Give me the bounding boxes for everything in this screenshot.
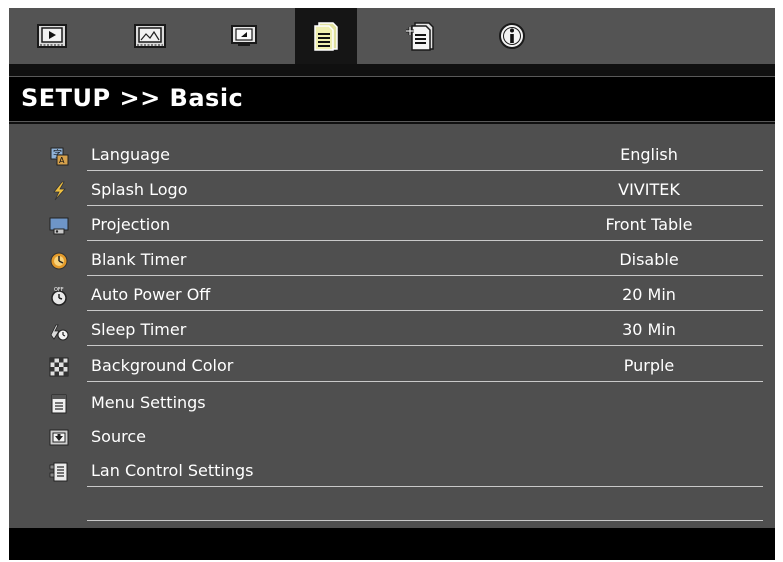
tab-info[interactable]: [481, 8, 543, 64]
menu-item-lan-control-settings[interactable]: Lan Control Settings: [9, 454, 775, 489]
menu-item-blank-timer[interactable]: Blank Timer Disable: [9, 243, 775, 278]
menu-item-label: Menu Settings: [91, 393, 206, 412]
menu-item-value: 30 Min: [622, 320, 676, 339]
row-divider: [87, 205, 763, 206]
menu-item-value: Purple: [623, 356, 675, 375]
row-divider: [87, 275, 763, 276]
list-end-divider: [87, 520, 763, 521]
info-icon: [499, 23, 525, 49]
menu-item-auto-power-off[interactable]: OFF Auto Power Off 20 Min: [9, 278, 775, 313]
menu-item-label: Source: [91, 427, 146, 446]
blank-timer-icon: [49, 251, 69, 271]
menu-item-projection[interactable]: Projection Front Table: [9, 208, 775, 243]
menu-item-label: Lan Control Settings: [91, 461, 254, 480]
row-divider: [87, 170, 763, 171]
document-add-icon: [406, 22, 434, 51]
menu-item-value: English: [620, 145, 678, 164]
monitor-icon: [231, 25, 257, 46]
auto-power-off-icon: OFF: [49, 286, 69, 306]
menu-item-label: Blank Timer: [91, 250, 187, 269]
menu-item-label: Auto Power Off: [91, 285, 211, 304]
checkerboard-icon: [49, 357, 69, 377]
menu-item-label: Splash Logo: [91, 180, 188, 199]
lightning-icon: [49, 181, 69, 201]
footer-bar: [9, 528, 775, 560]
row-divider: [87, 345, 763, 346]
tab-setup-advanced[interactable]: [389, 8, 451, 64]
row-divider: [87, 381, 763, 382]
row-divider: [87, 240, 763, 241]
document-icon: [314, 22, 338, 51]
menu-item-language[interactable]: 字 A Language English: [9, 138, 775, 173]
svg-text:A: A: [59, 156, 65, 165]
row-divider: [87, 486, 763, 487]
play-icon: [37, 24, 67, 48]
tab-picture[interactable]: [21, 8, 83, 64]
tab-image[interactable]: [119, 8, 181, 64]
menu-item-label: Language: [91, 145, 170, 164]
tab-bar: [9, 8, 775, 64]
row-divider: [87, 310, 763, 311]
menu-list: 字 A Language English Splash Logo VIVITEK: [9, 124, 775, 528]
svg-text:OFF: OFF: [54, 287, 64, 293]
menu-item-label: Projection: [91, 215, 171, 234]
sleep-timer-icon: [49, 321, 69, 341]
menu-item-label: Sleep Timer: [91, 320, 187, 339]
menu-item-sleep-timer[interactable]: Sleep Timer 30 Min: [9, 313, 775, 348]
lan-control-icon: [49, 462, 69, 482]
menu-item-source[interactable]: Source: [9, 420, 775, 455]
tab-display[interactable]: [213, 8, 275, 64]
source-icon: [49, 428, 69, 448]
page-title-bar: SETUP >> Basic: [9, 76, 775, 122]
menu-item-value: Disable: [619, 250, 679, 269]
menu-settings-icon: [49, 394, 69, 414]
menu-item-splash-logo[interactable]: Splash Logo VIVITEK: [9, 173, 775, 208]
osd-menu: SETUP >> Basic 字 A Language English: [9, 8, 775, 560]
projection-icon: [49, 216, 69, 236]
menu-item-value: 20 Min: [622, 285, 676, 304]
menu-item-menu-settings[interactable]: Menu Settings: [9, 386, 775, 421]
image-icon: [134, 24, 166, 48]
page-title: SETUP >> Basic: [21, 84, 244, 112]
menu-item-background-color[interactable]: Background Color Purple: [9, 349, 775, 384]
menu-item-value: Front Table: [605, 215, 693, 234]
language-icon: 字 A: [49, 146, 69, 166]
menu-item-label: Background Color: [91, 356, 234, 375]
tab-setup-basic[interactable]: [295, 8, 357, 64]
menu-item-value: VIVITEK: [618, 180, 680, 199]
